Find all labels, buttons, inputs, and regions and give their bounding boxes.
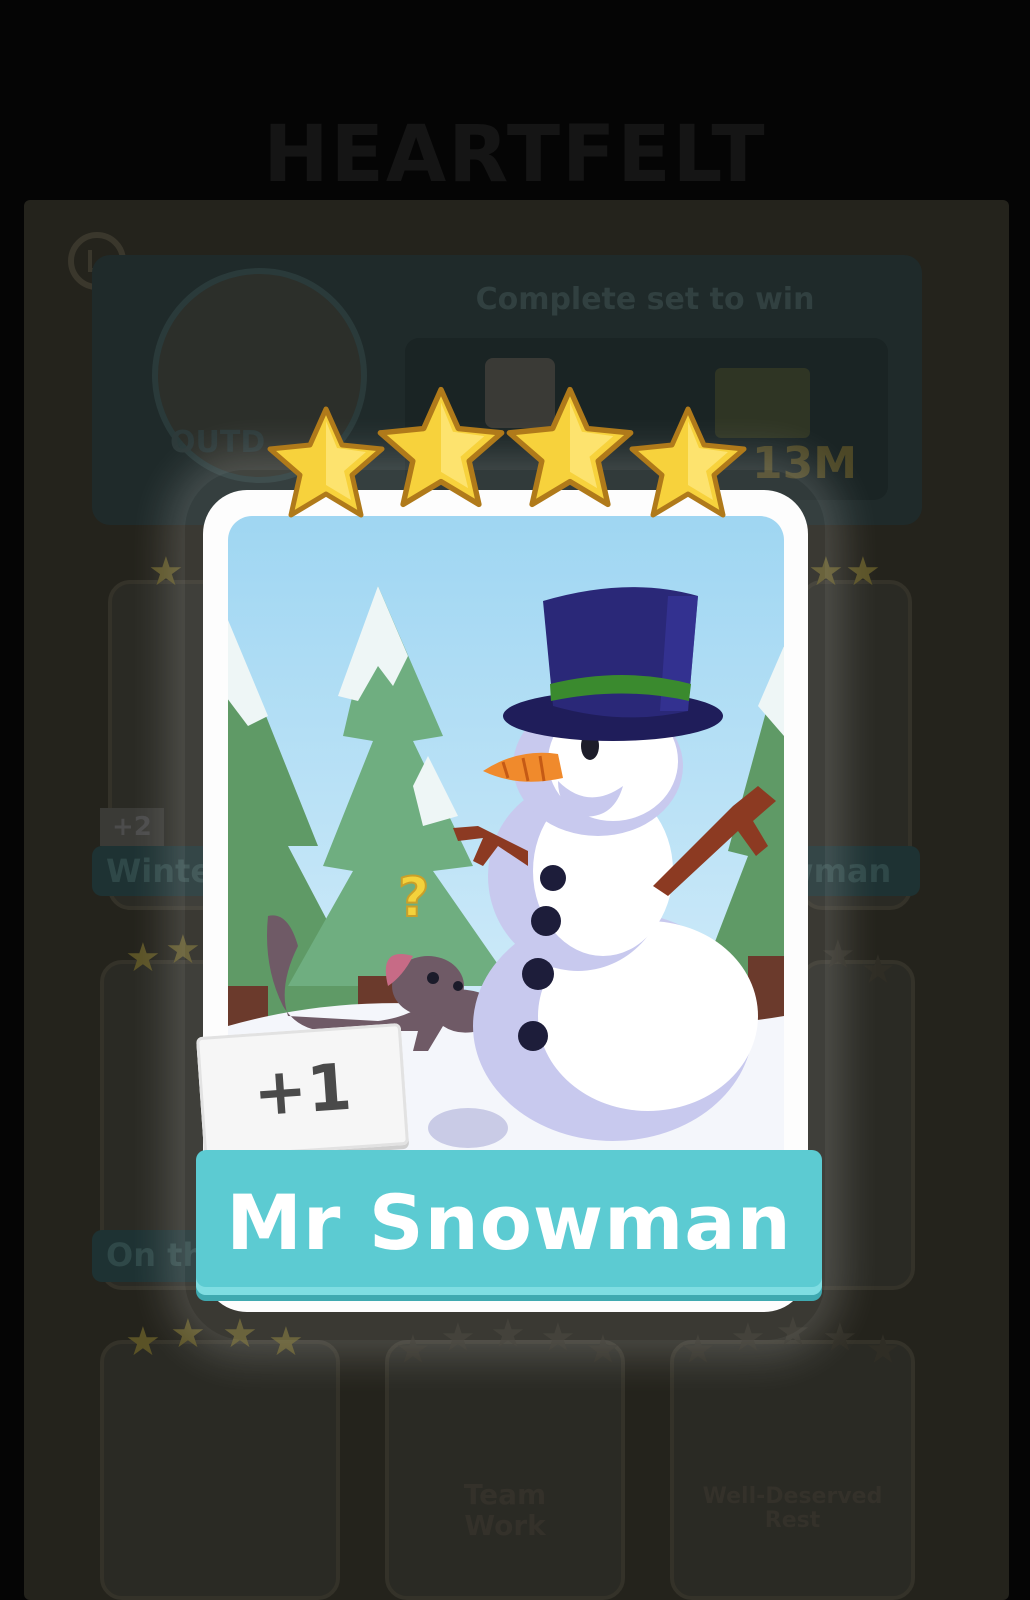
- star-icon: [629, 406, 747, 518]
- empty-slot-label: Team Work: [463, 1478, 547, 1542]
- star-icon: [267, 406, 385, 518]
- card-count-badge: +2: [100, 808, 164, 846]
- star-icon: ★: [860, 947, 896, 993]
- star-icon: [506, 386, 634, 508]
- album-card-empty[interactable]: [385, 1340, 625, 1600]
- star-icon: ★: [125, 935, 161, 981]
- card-count-tag: +1: [195, 1022, 410, 1160]
- star-icon: ★: [845, 549, 881, 595]
- question-mark: ?: [398, 866, 429, 929]
- card-count-text: +1: [250, 1050, 355, 1132]
- star-icon: ★: [822, 1315, 858, 1361]
- star-icon: ★: [865, 1327, 901, 1373]
- album-title: HEARTFELT: [263, 110, 767, 200]
- card-name: Mr Snowman: [226, 1178, 792, 1267]
- set-name: OUTD: [170, 425, 266, 460]
- card-name-banner: Mr Snowman: [196, 1150, 822, 1295]
- complete-set-text: Complete set to win: [475, 282, 815, 317]
- album-card-empty[interactable]: [670, 1340, 915, 1600]
- star-icon: ★: [125, 1319, 161, 1365]
- star-icon: ★: [820, 932, 856, 978]
- star-icon: [377, 386, 505, 508]
- album-card[interactable]: [100, 1340, 340, 1600]
- empty-slot-label: Well-Deserved Rest: [702, 1484, 883, 1534]
- star-icon: ★: [148, 549, 184, 595]
